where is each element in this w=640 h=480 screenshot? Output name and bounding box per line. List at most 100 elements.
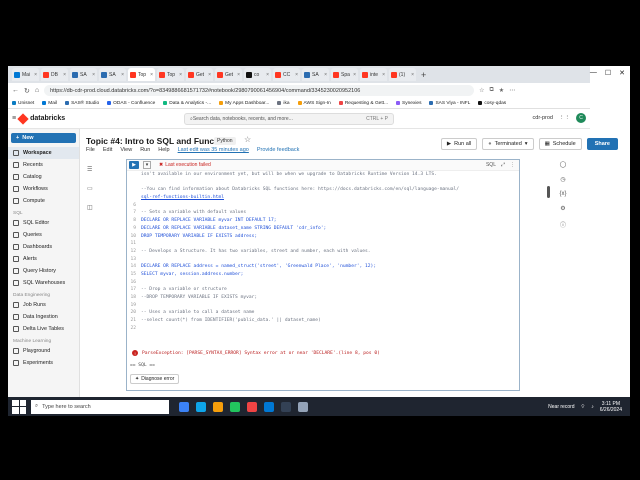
- cell-language-tag[interactable]: SQL: [486, 162, 496, 168]
- sidebar-item[interactable]: Dashboards: [8, 241, 79, 253]
- toc-icon[interactable]: ☰: [87, 166, 93, 173]
- notebook-language-selector[interactable]: Python: [214, 137, 236, 145]
- notebook-menu-item[interactable]: File: [86, 147, 95, 153]
- weather-status[interactable]: Near record: [548, 404, 574, 410]
- cell-run-dropdown[interactable]: ▾: [143, 161, 151, 169]
- sidebar-item[interactable]: Alerts: [8, 253, 79, 265]
- bookmark-item[interactable]: Mail: [42, 101, 57, 106]
- tab-close-icon[interactable]: ×: [150, 72, 153, 78]
- clock[interactable]: 3:11 PM 6/26/2024: [600, 401, 622, 413]
- info-icon[interactable]: ⓘ: [560, 220, 566, 229]
- diagnose-error-button[interactable]: ✦ Diagnose error: [130, 374, 180, 384]
- cluster-selector[interactable]: ● Terminated ▾: [482, 138, 534, 150]
- browser-tab[interactable]: inte ×: [360, 68, 387, 81]
- browser-tab[interactable]: Spa ×: [331, 68, 358, 81]
- tab-close-icon[interactable]: ×: [295, 72, 298, 78]
- favorite-star-icon[interactable]: ☆: [244, 135, 251, 144]
- sidebar-item[interactable]: Catalog: [8, 171, 79, 183]
- star-icon[interactable]: ☆: [479, 87, 484, 94]
- tab-close-icon[interactable]: ×: [266, 72, 269, 78]
- home-icon[interactable]: ⌂: [35, 87, 39, 94]
- sidebar-item[interactable]: Experiments: [8, 357, 79, 369]
- sidebar-item[interactable]: Data Ingestion: [8, 311, 79, 323]
- new-button[interactable]: + New: [11, 133, 76, 143]
- workspace-switcher[interactable]: cdr-prod: [533, 115, 553, 121]
- notebook-menu-item[interactable]: View: [120, 147, 132, 153]
- notebook-menu-item[interactable]: Run: [140, 147, 150, 153]
- refresh-icon[interactable]: ↻: [24, 87, 30, 95]
- avatar[interactable]: C: [576, 113, 586, 123]
- favorites-icon[interactable]: ★: [499, 87, 504, 94]
- run-cell-button[interactable]: ▶: [129, 161, 139, 169]
- tab-close-icon[interactable]: ×: [382, 72, 385, 78]
- sidebar-item[interactable]: Workflows: [8, 183, 79, 195]
- catalog-icon[interactable]: ◫: [87, 204, 93, 211]
- sidebar-item[interactable]: Queries: [8, 229, 79, 241]
- back-icon[interactable]: ←: [12, 87, 19, 94]
- tab-close-icon[interactable]: ×: [353, 72, 356, 78]
- taskbar-app-icon[interactable]: [264, 401, 274, 412]
- databricks-logo[interactable]: ≡ databricks: [8, 112, 80, 125]
- expand-icon[interactable]: ⤢: [501, 162, 505, 168]
- comments-icon[interactable]: ◯: [560, 161, 567, 168]
- sidebar-item[interactable]: Playground: [8, 345, 79, 357]
- taskbar-app-icon[interactable]: [213, 401, 223, 412]
- taskbar-app-icon[interactable]: [230, 401, 240, 412]
- browser-tab[interactable]: Get ×: [186, 68, 213, 81]
- browser-tab[interactable]: Top ×: [128, 68, 155, 81]
- bookmark-item[interactable]: SAS® Studio: [65, 101, 99, 106]
- browser-tab[interactable]: Get ×: [215, 68, 242, 81]
- volume-icon[interactable]: ♪: [591, 404, 594, 410]
- sidebar-item[interactable]: Compute: [8, 195, 79, 207]
- folder-icon[interactable]: ▭: [87, 185, 93, 192]
- taskbar-search[interactable]: ⌕ Type here to search: [31, 399, 169, 414]
- taskbar-app-icon[interactable]: [196, 401, 206, 412]
- sql-trace[interactable]: == SQL ==: [130, 363, 155, 368]
- taskbar-app-icon[interactable]: [247, 401, 257, 412]
- run-all-button[interactable]: ▶ Run all: [440, 138, 478, 150]
- browser-tab[interactable]: DB ×: [41, 68, 68, 81]
- tab-close-icon[interactable]: ×: [179, 72, 182, 78]
- tab-close-icon[interactable]: ×: [324, 72, 327, 78]
- schedule-button[interactable]: ▦ Schedule: [538, 138, 582, 150]
- bookmark-item[interactable]: ODAS - Confluence: [107, 101, 155, 106]
- hamburger-icon[interactable]: ≡: [12, 115, 16, 122]
- global-search[interactable]: ⌕ Search data, notebooks, recents, and m…: [184, 113, 394, 125]
- bookmark-item[interactable]: SAS Viya - INFL: [429, 101, 470, 106]
- taskbar-app-icon[interactable]: [281, 401, 291, 412]
- taskbar-app-icon[interactable]: [179, 401, 189, 412]
- bookmark-item[interactable]: Unisnet: [12, 101, 34, 106]
- url-bar[interactable]: https://db-cdr-prod.cloud.databricks.com…: [44, 85, 475, 96]
- tab-close-icon[interactable]: ×: [237, 72, 240, 78]
- tab-close-icon[interactable]: ×: [92, 72, 95, 78]
- provide-feedback-link[interactable]: Provide feedback: [257, 147, 300, 153]
- extensions-icon[interactable]: ⧉: [490, 87, 494, 94]
- sidebar-item[interactable]: Recents: [8, 159, 79, 171]
- tab-close-icon[interactable]: ×: [121, 72, 124, 78]
- last-edit-link[interactable]: Last edit was 35 minutes ago: [178, 147, 249, 153]
- vertical-scrollbar[interactable]: [547, 186, 550, 198]
- tab-close-icon[interactable]: ×: [208, 72, 211, 78]
- sidebar-item[interactable]: SQL Editor: [8, 217, 79, 229]
- browser-tab[interactable]: SA ×: [99, 68, 126, 81]
- sidebar-item[interactable]: Delta Live Tables: [8, 323, 79, 335]
- history-icon[interactable]: ◷: [560, 176, 565, 183]
- bookmark-item[interactable]: Requesting & Gett...: [338, 101, 388, 106]
- bookmark-item[interactable]: My Apps Dashboar...: [219, 101, 269, 106]
- sidebar-item[interactable]: Job Runs: [8, 299, 79, 311]
- tab-close-icon[interactable]: ×: [411, 72, 414, 78]
- sidebar-item[interactable]: Workspace: [8, 147, 79, 159]
- maximize-icon[interactable]: ☐: [605, 69, 611, 77]
- bookmark-item[interactable]: AWS Sign-In: [297, 101, 331, 106]
- close-icon[interactable]: ✕: [619, 69, 625, 77]
- sidebar-item[interactable]: SQL Warehouses: [8, 277, 79, 289]
- browser-tab[interactable]: SA ×: [302, 68, 329, 81]
- apps-grid-icon[interactable]: ⋮⋮: [559, 115, 570, 121]
- code-editor[interactable]: isn't available in our environment yet, …: [127, 171, 519, 332]
- settings-icon[interactable]: ⚙: [560, 205, 565, 212]
- menu-icon[interactable]: ⋯: [509, 87, 515, 94]
- notebook-menu-item[interactable]: Help: [158, 147, 169, 153]
- browser-tab[interactable]: Top ×: [157, 68, 184, 81]
- browser-tab[interactable]: SA ×: [70, 68, 97, 81]
- tab-close-icon[interactable]: ×: [34, 72, 37, 78]
